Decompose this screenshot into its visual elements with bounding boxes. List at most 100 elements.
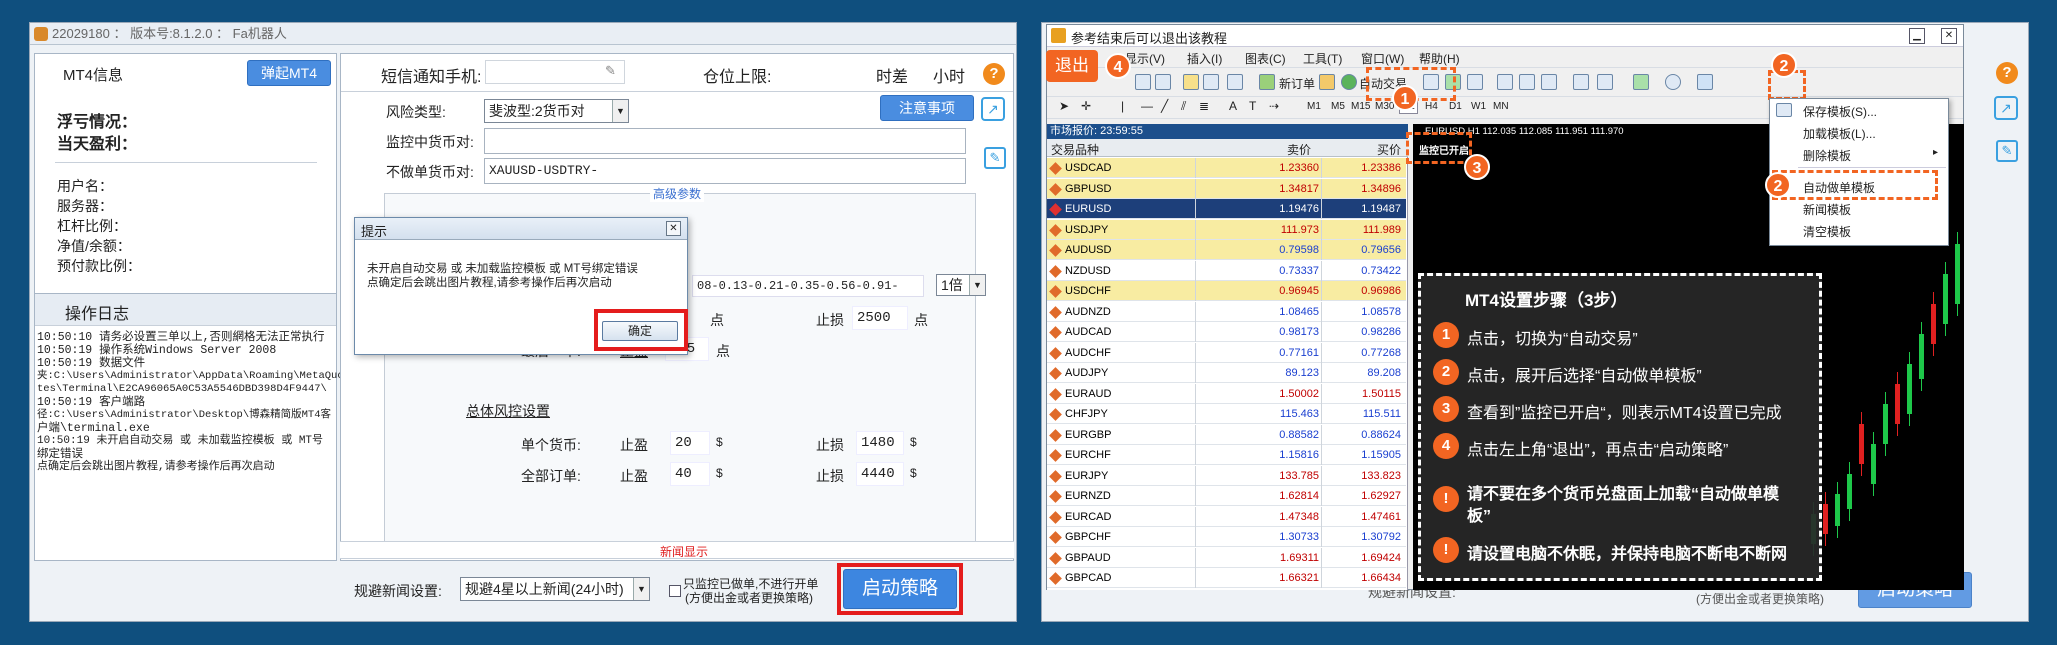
monitor-only-checkbox[interactable]: [669, 585, 681, 597]
fib-icon[interactable]: ≣: [1199, 99, 1209, 113]
single-tp-input[interactable]: 20: [670, 431, 710, 455]
tf-mn[interactable]: MN: [1493, 101, 1509, 112]
channel-icon[interactable]: ⫽: [1181, 99, 1186, 114]
quote-row[interactable]: GBPAUD 1.69311 1.69424: [1047, 547, 1406, 568]
quote-row[interactable]: AUDNZD 1.08465 1.08578: [1047, 301, 1406, 322]
quote-row[interactable]: GBPUSD 1.34817 1.34896: [1047, 178, 1406, 199]
menu-window[interactable]: 窗口(W): [1361, 50, 1404, 67]
sms-phone-input[interactable]: [485, 60, 625, 84]
quote-row[interactable]: EURGBP 0.88582 0.88624: [1047, 424, 1406, 445]
tf-m1[interactable]: M1: [1307, 101, 1321, 112]
menu-load-template[interactable]: 加载模板(L)...: [1803, 125, 1876, 142]
terminal-icon[interactable]: [1227, 74, 1243, 90]
col-symbol[interactable]: 交易品种: [1051, 141, 1099, 158]
navigator-icon[interactable]: [1203, 74, 1219, 90]
notice-button[interactable]: 注意事项: [880, 95, 974, 121]
menu-save-template[interactable]: 保存模板(S)...: [1803, 103, 1877, 120]
news-header: 新闻显示: [340, 541, 1014, 559]
share-icon[interactable]: ↗: [981, 97, 1005, 121]
close-icon[interactable]: ✕: [1941, 28, 1957, 44]
arrows-icon[interactable]: ⇢: [1269, 99, 1279, 113]
new-order-button[interactable]: 新订单: [1279, 75, 1315, 92]
all-sl-input[interactable]: 4440: [856, 462, 904, 486]
favorites-icon[interactable]: [1183, 74, 1199, 90]
menu-help[interactable]: 帮助(H): [1419, 50, 1460, 67]
col-ask[interactable]: 买价: [1377, 141, 1401, 158]
quote-row[interactable]: AUDJPY 89.123 89.208: [1047, 363, 1406, 383]
open-mt4-button[interactable]: 弹起MT4: [247, 60, 331, 86]
indicators-icon[interactable]: [1633, 74, 1649, 90]
auto-trade-icon[interactable]: [1341, 74, 1357, 90]
quote-row[interactable]: USDCAD 1.23360 1.23386: [1047, 158, 1406, 178]
periods-icon[interactable]: [1665, 74, 1681, 90]
edit-pen-icon[interactable]: ✎: [984, 147, 1006, 169]
tf-d1[interactable]: D1: [1449, 101, 1462, 112]
hline-icon[interactable]: —: [1141, 99, 1153, 113]
menu-insert[interactable]: 插入(I): [1187, 50, 1222, 67]
chart-shift-icon[interactable]: [1597, 74, 1613, 90]
new-order-icon[interactable]: [1259, 74, 1275, 90]
monitor-pairs-input[interactable]: [484, 128, 966, 154]
help-icon[interactable]: ?: [983, 63, 1005, 85]
zoom-out-icon[interactable]: [1519, 74, 1535, 90]
tf-h4[interactable]: H4: [1425, 101, 1438, 112]
quote-row[interactable]: AUDUSD 0.79598 0.79656: [1047, 240, 1406, 260]
quote-row[interactable]: NZDUSD 0.73337 0.73422: [1047, 260, 1406, 281]
multiplier-select[interactable]: 1倍 ▼: [936, 274, 986, 296]
quote-row[interactable]: CHFJPY 115.463 115.511: [1047, 404, 1406, 424]
tf-w1[interactable]: W1: [1471, 101, 1486, 112]
tf-m5[interactable]: M5: [1331, 101, 1345, 112]
close-icon[interactable]: ✕: [666, 221, 681, 236]
menu-news-template[interactable]: 新闻模板: [1803, 201, 1851, 218]
quote-row[interactable]: USDCHF 0.96945 0.96986: [1047, 281, 1406, 301]
menu-charts[interactable]: 图表(C): [1245, 50, 1286, 67]
zoom-in-icon[interactable]: [1497, 74, 1513, 90]
expert-icon[interactable]: [1319, 74, 1335, 90]
trendline-icon[interactable]: ╱: [1161, 99, 1168, 113]
tf-m15[interactable]: M15: [1351, 101, 1370, 112]
menu-tools[interactable]: 工具(T): [1303, 50, 1342, 67]
quote-row[interactable]: EURCAD 1.47348 1.47461: [1047, 506, 1406, 527]
quote-row[interactable]: AUDCHF 0.77161 0.77268: [1047, 342, 1406, 363]
first-stop-loss-input[interactable]: 2500: [852, 306, 908, 330]
crosshair-icon[interactable]: ✛: [1081, 99, 1091, 113]
vline-icon[interactable]: |: [1121, 99, 1124, 113]
line-chart-icon[interactable]: [1467, 74, 1483, 90]
profiles-icon[interactable]: [1155, 74, 1171, 90]
risk-type-select[interactable]: 斐波型:2货币对 ▼: [484, 99, 629, 123]
quote-row[interactable]: USDJPY 111.973 111.989: [1047, 219, 1406, 240]
quote-ask: 1.69424: [1361, 551, 1401, 564]
menu-delete-template[interactable]: 删除模板: [1803, 147, 1851, 164]
quote-bid: 0.77161: [1279, 346, 1319, 359]
exit-tutorial-button[interactable]: 退出: [1046, 50, 1098, 82]
col-bid[interactable]: 卖价: [1287, 141, 1311, 158]
exclude-pairs-input[interactable]: XAUUSD-USDTRY-: [484, 158, 966, 184]
minimize-icon[interactable]: ▁: [1909, 28, 1925, 44]
menu-clear-template[interactable]: 清空模板: [1803, 223, 1851, 240]
quote-row[interactable]: EURUSD 1.19476 1.19487: [1047, 199, 1406, 219]
quote-row[interactable]: EURJPY 133.785 133.823: [1047, 465, 1406, 486]
tf-m30[interactable]: M30: [1375, 101, 1394, 112]
quote-row[interactable]: EURNZD 1.62814 1.62927: [1047, 486, 1406, 506]
new-chart-icon[interactable]: [1135, 74, 1151, 90]
all-tp-input[interactable]: 40: [670, 462, 710, 486]
text-icon[interactable]: A: [1229, 99, 1237, 113]
label-icon[interactable]: T: [1249, 99, 1256, 113]
quote-arrow-icon: [1049, 490, 1062, 503]
templates-icon[interactable]: [1697, 74, 1713, 90]
autoscroll-icon[interactable]: [1573, 74, 1589, 90]
fib-sequence-input[interactable]: 08-0.13-0.21-0.35-0.56-0.91-: [692, 275, 924, 297]
quote-row[interactable]: EURCHF 1.15816 1.15905: [1047, 445, 1406, 465]
quote-row[interactable]: EURAUD 1.50002 1.50115: [1047, 383, 1406, 404]
monitor-pairs-label: 监控中货币对:: [386, 134, 474, 150]
column-divider: [1195, 260, 1196, 281]
quote-row[interactable]: GBPCHF 1.30733 1.30792: [1047, 527, 1406, 547]
cursor-icon[interactable]: ➤: [1059, 99, 1069, 113]
tile-icon[interactable]: [1541, 74, 1557, 90]
quote-row[interactable]: GBPCAD 1.66321 1.66434: [1047, 568, 1406, 588]
take-profit-label: 止盈: [620, 468, 648, 484]
menu-view[interactable]: 显示(V): [1125, 50, 1165, 67]
single-sl-input[interactable]: 1480: [856, 431, 904, 455]
quote-row[interactable]: AUDCAD 0.98173 0.98286: [1047, 322, 1406, 342]
avoid-news-select[interactable]: 规避4星以上新闻(24小时) ▼: [460, 577, 650, 601]
